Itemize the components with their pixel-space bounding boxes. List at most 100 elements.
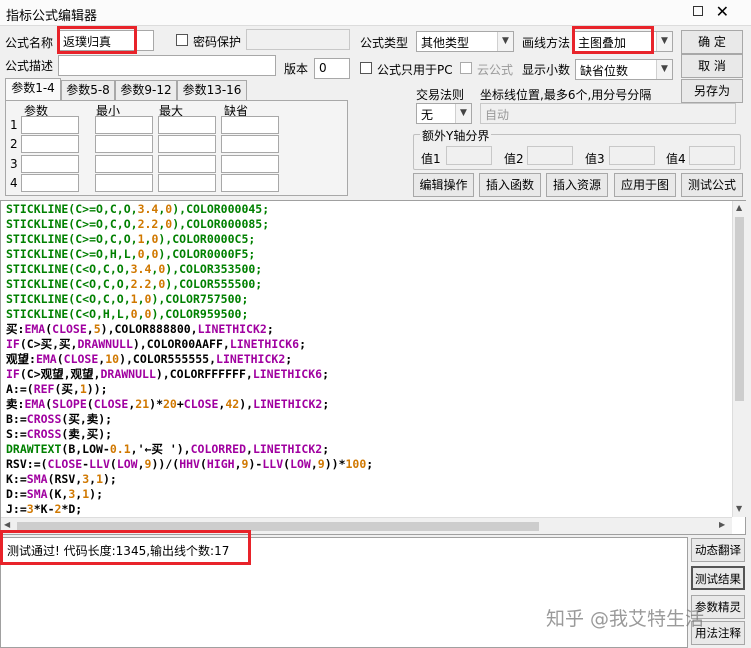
cancel-button[interactable]: 取 消 [681,54,743,78]
tab-params-5-8[interactable]: 参数5-8 [61,80,115,100]
yaxis-value-label: 值2 [504,152,524,166]
code-line[interactable]: IF(C>观望,观望,DRAWNULL),COLORFFFFFF,LINETHI… [6,367,373,382]
close-icon[interactable]: ✕ [716,2,729,21]
test-formula-button[interactable]: 测试公式 [681,173,743,197]
code-token: ),COLOR959500; [151,307,249,321]
scroll-right-icon[interactable]: ▶ [719,520,725,529]
code-line[interactable]: RSV:=(CLOSE-LLV(LOW,9))/(HHV(HIGH,9)-LLV… [6,457,373,472]
param-max-cell[interactable] [158,135,216,153]
insert-function-button[interactable]: 插入函数 [479,173,541,197]
scroll-up-icon[interactable]: ▲ [736,203,742,212]
cloud-checkbox[interactable] [460,62,472,74]
code-line[interactable]: K:=SMA(RSV,3,1); [6,472,373,487]
decimals-select[interactable]: 缺省位数 ▼ [575,59,673,80]
param-name-cell[interactable] [21,155,79,173]
draw-select[interactable]: 主图叠加 ▼ [573,31,673,52]
code-token: LOW [116,457,138,471]
code-token: DRAWNULL [100,367,156,381]
param-min-cell[interactable] [95,135,153,153]
tab-params-1-4[interactable]: 参数1-4 [5,78,61,100]
yaxis-input-3 [609,146,655,165]
trade-select[interactable]: 无 ▼ [416,103,472,124]
desc-input[interactable] [58,55,276,76]
param-min-cell[interactable] [95,155,153,173]
code-line[interactable]: 卖:EMA(SLOPE(CLOSE,21)*20+CLOSE,42),LINET… [6,397,373,412]
code-line[interactable]: STICKLINE(C>=O,C,O,1,0),COLOR0000C5; [6,232,373,247]
code-line[interactable]: 买:EMA(CLOSE,5),COLOR888800,LINETHICK2; [6,322,373,337]
code-line[interactable]: S:=CROSS(卖,买); [6,427,373,442]
code-line[interactable]: STICKLINE(C>=O,C,O,3.4,0),COLOR000045; [6,202,373,217]
code-line[interactable]: 观望:EMA(CLOSE,10),COLOR555555,LINETHICK2; [6,352,373,367]
apply-to-chart-button[interactable]: 应用于图 [614,173,676,197]
param-default-cell[interactable] [221,155,279,173]
draw-label: 画线方法 [522,36,571,50]
code-line[interactable]: STICKLINE(C<O,C,O,3.4,0),COLOR353500; [6,262,373,277]
restore-icon[interactable] [693,6,703,16]
code-editor[interactable]: STICKLINE(C>=O,C,O,3.4,0),COLOR000045; ST… [0,200,746,535]
code-token: IF [6,367,20,381]
pc-only-checkbox[interactable] [360,62,372,74]
code-token: ),COLOR000045; [172,202,270,216]
code-token: *D; [61,502,83,516]
edit-operation-button[interactable]: 编辑操作 [413,173,474,197]
code-line[interactable]: B:=CROSS(买,卖); [6,412,373,427]
code-token: STICKLINE(C<O,H,L, [6,307,131,321]
type-select[interactable]: 其他类型 ▼ [416,31,514,52]
scroll-left-icon[interactable]: ◀ [4,520,10,529]
code-token: LINETHICK2 [253,397,323,411]
watermark: 知乎 @我艾特生活 [546,608,705,630]
ok-button[interactable]: 确 定 [681,30,743,54]
save-as-button[interactable]: 另存为 [681,79,743,103]
chevron-down-icon: ▼ [497,32,513,51]
vertical-scroll-thumb[interactable] [735,217,744,401]
scroll-down-icon[interactable]: ▼ [736,504,742,513]
code-line[interactable]: DRAWTEXT(B,LOW-0.1,'←买 '),COLORRED,LINET… [6,442,373,457]
param-min-cell[interactable] [95,174,153,192]
code-line[interactable]: A:=(REF(买,1)); [6,382,373,397]
code-line[interactable]: STICKLINE(C<O,C,O,2.2,0),COLOR555500; [6,277,373,292]
horizontal-scroll-thumb[interactable] [17,522,539,531]
code-token: (卖,买); [61,427,113,441]
param-min-cell[interactable] [95,116,153,134]
yaxis-input-4 [689,146,735,165]
code-line[interactable]: IF(C>买,买,DRAWNULL),COLOR00AAFF,LINETHICK… [6,337,373,352]
param-row-number: 4 [10,176,18,190]
horizontal-scrollbar[interactable]: ◀ ▶ [1,517,732,534]
trade-label: 交易法则 [416,88,465,102]
code-line[interactable]: STICKLINE(C>=O,H,L,0,0),COLOR0000F5; [6,247,373,262]
param-max-cell[interactable] [158,116,216,134]
param-name-cell[interactable] [21,135,79,153]
code-line[interactable]: STICKLINE(C<O,C,O,1,0),COLOR757500; [6,292,373,307]
code-line[interactable]: STICKLINE(C<O,H,L,0,0),COLOR959500; [6,307,373,322]
version-input[interactable]: 0 [314,58,350,79]
tab-params-13-16[interactable]: 参数13-16 [177,80,247,100]
code-token: CLOSE [52,322,87,336]
vertical-scrollbar[interactable]: ▲ ▼ [732,201,746,517]
code-text[interactable]: STICKLINE(C>=O,C,O,3.4,0),COLOR000045; ST… [6,202,373,517]
param-default-cell[interactable] [221,116,279,134]
tab-params-9-12[interactable]: 参数9-12 [115,80,177,100]
param-tabs: 参数1-4 参数5-8 参数9-12 参数13-16 [5,78,350,102]
param-max-cell[interactable] [158,174,216,192]
test-result-button[interactable]: 测试结果 [691,566,745,590]
code-token: B:= [6,412,27,426]
code-line[interactable]: J:=3*K-2*D; [6,502,373,517]
name-input[interactable]: 返璞归真 [58,30,154,51]
title-bar: 指标公式编辑器 ✕ [0,0,751,26]
decimals-label: 显示小数 [522,63,571,77]
dynamic-translate-button[interactable]: 动态翻译 [691,538,745,562]
code-token: ))/( [151,457,180,471]
code-token: ),COLOR555500; [165,277,263,291]
code-token: CLOSE [63,352,99,366]
code-token: ),COLOR0000F5; [158,247,256,261]
code-line[interactable]: D:=SMA(K,3,1); [6,487,373,502]
param-default-cell[interactable] [221,174,279,192]
param-name-cell[interactable] [21,116,79,134]
code-line[interactable]: STICKLINE(C>=O,C,O,2.2,0),COLOR000085; [6,217,373,232]
param-max-cell[interactable] [158,155,216,173]
insert-resource-button[interactable]: 插入资源 [546,173,608,197]
param-name-cell[interactable] [21,174,79,192]
password-checkbox[interactable] [176,34,188,46]
param-default-cell[interactable] [221,135,279,153]
yaxis-value-label: 值1 [421,152,441,166]
